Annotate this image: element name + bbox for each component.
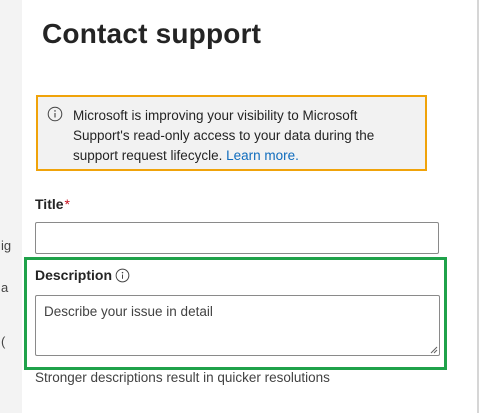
description-textarea[interactable]: Describe your issue in detail	[35, 295, 440, 356]
banner-message: Microsoft is improving your visibility t…	[73, 106, 413, 166]
title-field-label: Title*	[35, 196, 70, 212]
background-text-fragment: ig	[1, 238, 12, 253]
title-input[interactable]	[35, 222, 439, 254]
resize-grip-icon[interactable]	[430, 346, 438, 354]
panel-right-edge	[477, 0, 479, 413]
description-label-row: Description	[35, 267, 130, 283]
info-banner: Microsoft is improving your visibility t…	[36, 95, 427, 171]
info-icon[interactable]	[115, 268, 130, 283]
required-marker: *	[64, 196, 70, 212]
contact-support-panel: Contact support Microsoft is improving y…	[22, 0, 477, 413]
description-placeholder: Describe your issue in detail	[44, 304, 213, 319]
background-text-fragment: (	[1, 334, 6, 349]
description-hint: Stronger descriptions result in quicker …	[35, 370, 330, 385]
banner-text: Microsoft is improving your visibility t…	[73, 108, 375, 163]
page-title: Contact support	[42, 18, 262, 49]
background-text-fragment: a	[1, 280, 9, 295]
description-label: Description	[35, 267, 113, 283]
info-icon	[47, 106, 63, 122]
learn-more-link[interactable]: Learn more.	[226, 148, 299, 163]
title-label-text: Title	[35, 196, 64, 212]
background-page: ig a (	[0, 0, 22, 413]
